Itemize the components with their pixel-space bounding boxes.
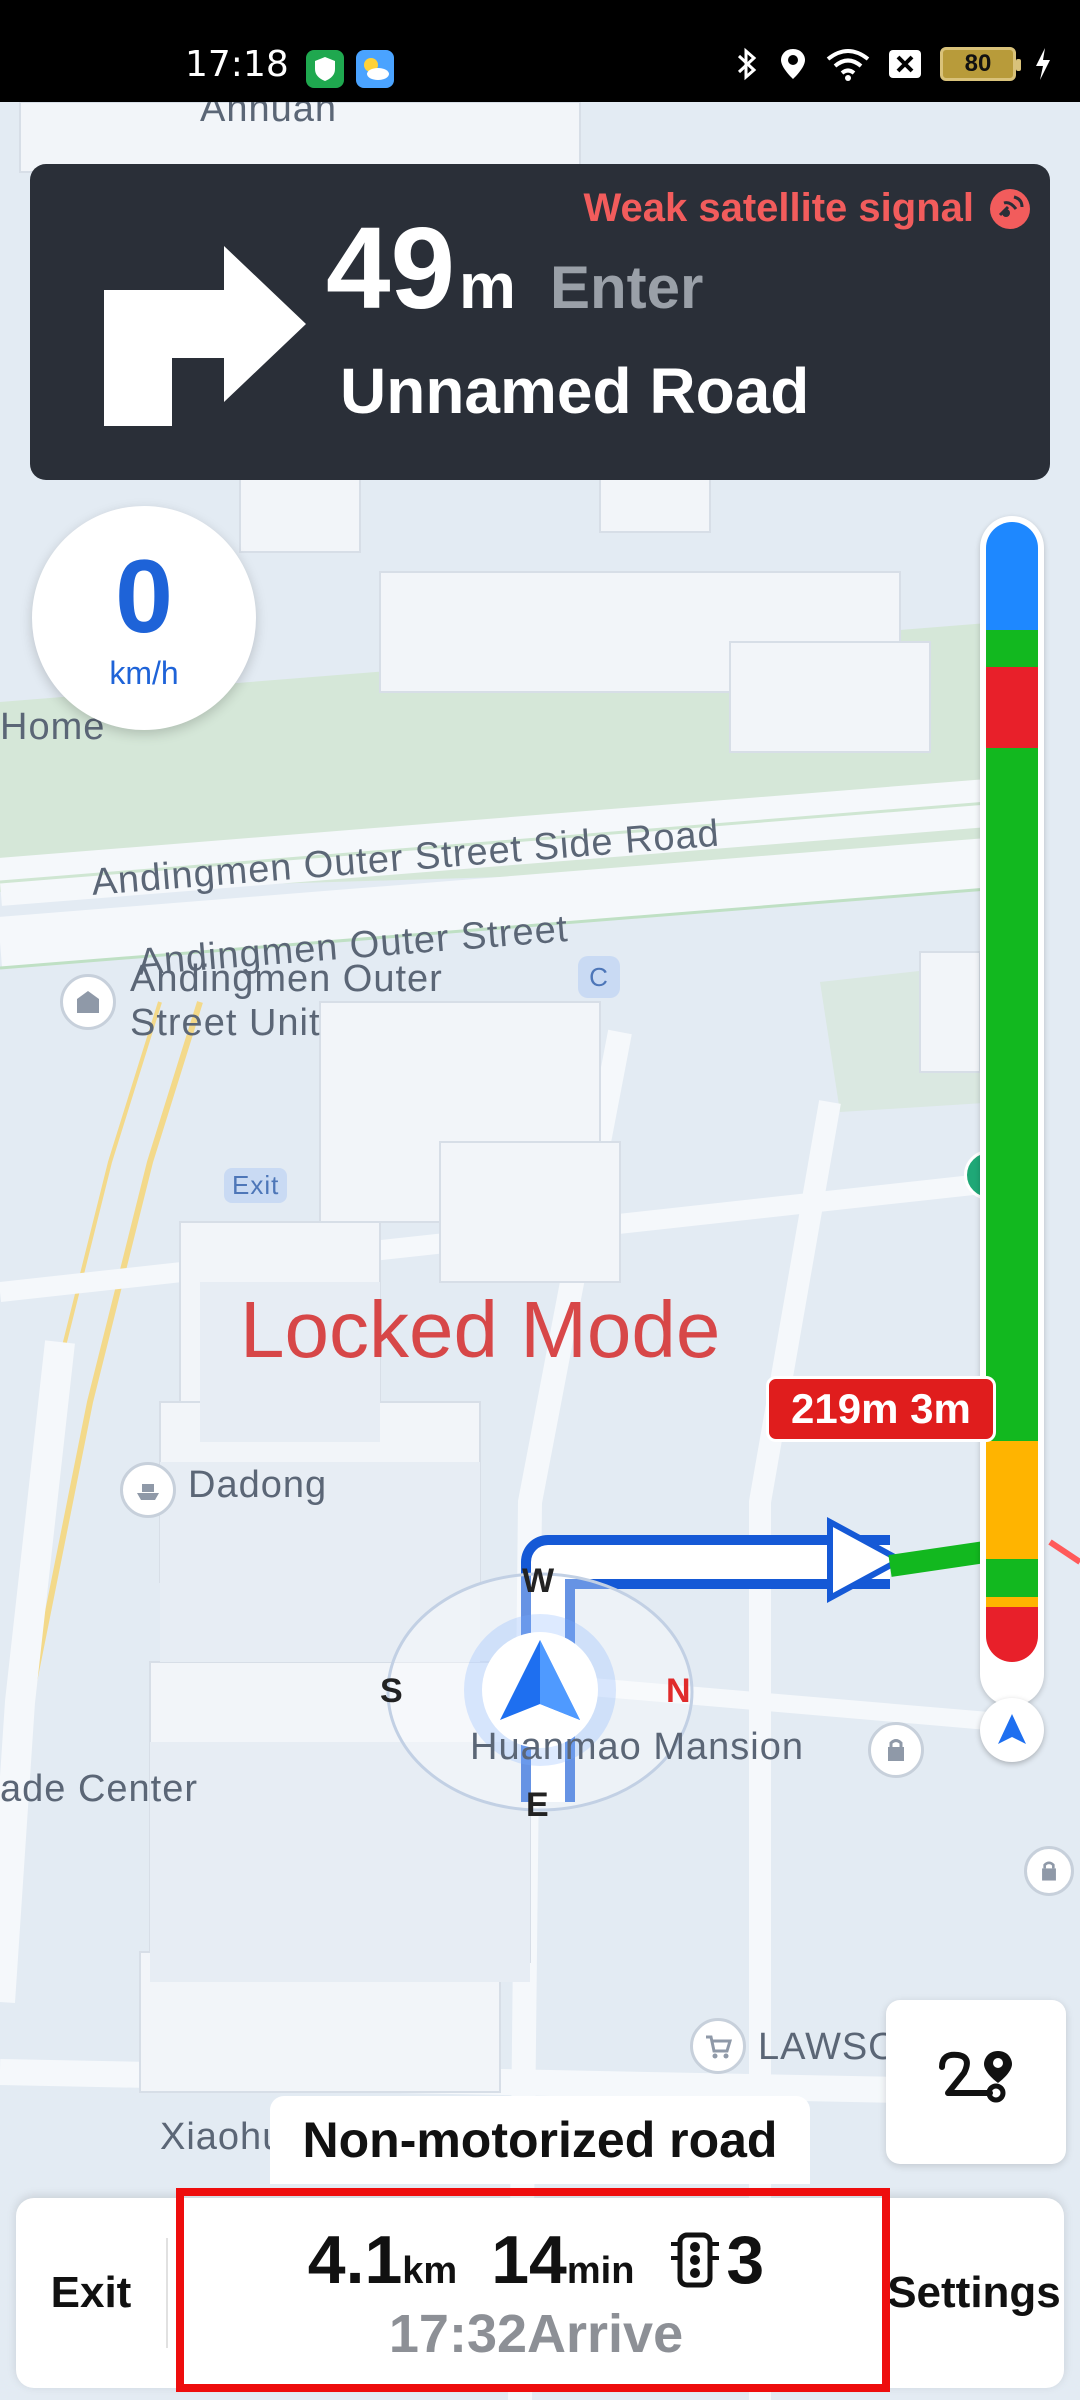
traffic-segment-congested	[986, 1607, 1038, 1662]
trip-summary[interactable]: 4.1 km 14 min 3 17:32Arrive	[176, 2198, 896, 2388]
status-bar: 17:18 80	[0, 0, 1080, 102]
shopping-cart-poi-icon[interactable]	[690, 2018, 746, 2074]
navigation-banner[interactable]: 49 m Enter Unnamed Road Weak satellite s…	[30, 164, 1050, 480]
route-traffic-bar[interactable]	[980, 516, 1044, 1706]
compass-south: S	[380, 1672, 403, 1710]
traffic-bar-track	[986, 522, 1038, 1662]
location-icon	[781, 49, 805, 79]
ship-poi-icon[interactable]	[120, 1462, 176, 1518]
remaining-distance: 4.1	[307, 2222, 403, 2298]
settings-button[interactable]: Settings	[884, 2198, 1064, 2388]
maneuver-action: Enter	[549, 254, 704, 321]
map-label-trade-center: ade Center	[0, 1768, 199, 1810]
navigation-arrow-icon	[998, 1714, 1026, 1744]
current-position-marker	[980, 1698, 1044, 1762]
mansion-poi-icon[interactable]	[868, 1722, 924, 1778]
traffic-segment-traveled	[986, 522, 1038, 631]
charging-icon	[1036, 48, 1050, 80]
lock-poi-icon[interactable]	[1024, 1846, 1074, 1896]
satellite-warning-text: Weak satellite signal	[583, 186, 974, 230]
speed-unit: km/h	[109, 654, 179, 691]
map-label-unit-line2: Street Unit	[130, 1002, 321, 1044]
traffic-segment-slow	[986, 1440, 1038, 1559]
map-badge-c[interactable]: C	[578, 956, 620, 998]
arrival-time: 17:32Arrive	[388, 2304, 684, 2364]
route-icon	[939, 2051, 1012, 2103]
traffic-light-icon	[671, 2232, 720, 2288]
speed-value: 0	[115, 538, 173, 655]
traffic-segment-congested	[986, 666, 1038, 749]
map-label-unit-line1: Andingmen Outer	[130, 958, 443, 1000]
wifi-icon	[826, 49, 870, 81]
locked-mode-label: Locked Mode	[240, 1285, 721, 1374]
weather-app-icon	[356, 50, 394, 88]
remaining-distance-unit: km	[402, 2250, 458, 2292]
map-label-lawson: LAWSO	[758, 2026, 899, 2068]
speed-indicator: 0 km/h	[32, 506, 256, 730]
compass-west: W	[522, 1562, 555, 1600]
bluetooth-icon	[737, 47, 757, 81]
traffic-segment-smooth	[986, 748, 1038, 1441]
traffic-segment-smooth	[986, 1558, 1038, 1598]
bottom-bar: Exit 4.1 km 14 min 3 17:32Arrive Setting…	[16, 2198, 1064, 2388]
battery-indicator: 80	[940, 47, 1021, 81]
divider	[166, 2238, 168, 2348]
traffic-light-count: 3	[726, 2222, 765, 2298]
traffic-segment-slow	[986, 1597, 1038, 1608]
map-label-anhuan: Anhuan	[200, 102, 338, 130]
map-label-xiaohu: Xiaohu	[160, 2116, 285, 2158]
exit-button[interactable]: Exit	[16, 2198, 166, 2388]
trip-stats: 4.1 km 14 min 3	[308, 2221, 764, 2299]
distance-value: 49	[326, 203, 456, 333]
traffic-segment-smooth	[986, 630, 1038, 667]
remaining-time: 14	[491, 2222, 567, 2298]
compass-east: E	[526, 1786, 549, 1824]
no-sim-icon	[889, 50, 921, 78]
turn-right-icon	[104, 246, 306, 426]
map-label-mansion: Huanmao Mansion	[470, 1726, 804, 1768]
status-icons: 80	[734, 46, 1052, 82]
status-time: 17:18	[185, 44, 289, 85]
map-label-dadong: Dadong	[188, 1464, 328, 1506]
compass-north: N	[666, 1672, 691, 1710]
satellite-icon	[990, 188, 1030, 229]
route-overview-button[interactable]	[886, 2000, 1066, 2164]
satellite-warning: Weak satellite signal	[583, 186, 1032, 231]
building-poi-icon[interactable]	[60, 974, 116, 1030]
next-road-name: Unnamed Road	[340, 355, 810, 427]
shield-app-icon	[306, 50, 344, 88]
map-label-exit: Exit	[224, 1168, 288, 1203]
road-type-label: Non-motorized road	[270, 2096, 810, 2184]
distance-unit: m	[459, 250, 516, 322]
remaining-time-unit: min	[566, 2250, 635, 2292]
route-distance-callout: 219m 3m	[766, 1376, 996, 1442]
